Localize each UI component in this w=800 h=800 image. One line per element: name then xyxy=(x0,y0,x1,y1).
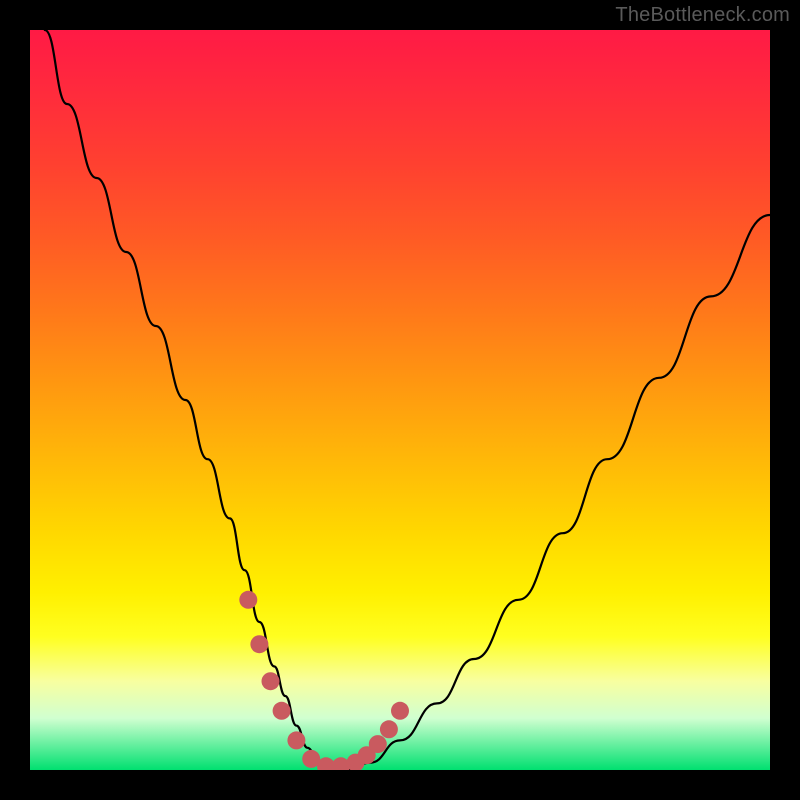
watermark-text: TheBottleneck.com xyxy=(615,4,790,27)
gradient-background xyxy=(30,30,770,770)
plot-area xyxy=(30,30,770,770)
chart-frame: TheBottleneck.com xyxy=(0,0,800,800)
